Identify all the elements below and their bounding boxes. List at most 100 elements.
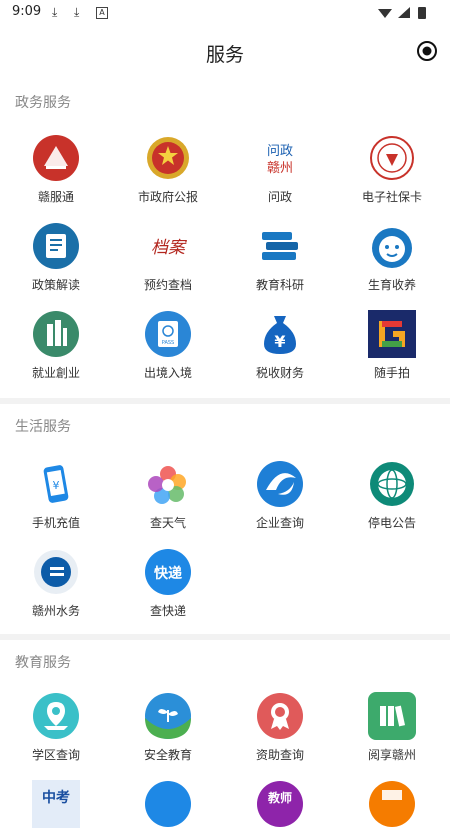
app-header: 服务 bbox=[0, 26, 450, 78]
service-express[interactable]: 快递 查快递 bbox=[112, 548, 224, 619]
section-edu: 教育服务 学区查询 安全教育 资助查询 阅享赣州 中考 教师 bbox=[0, 640, 450, 828]
state-grid-icon bbox=[370, 462, 414, 506]
service-label: 随手拍 bbox=[373, 366, 410, 380]
signal-icon bbox=[398, 7, 410, 18]
service-label: 问政 bbox=[267, 190, 292, 204]
service-wenzheng[interactable]: 问政 赣州 问政 bbox=[224, 134, 336, 205]
section-title: 政务服务 bbox=[15, 95, 71, 111]
baby-icon bbox=[372, 228, 412, 268]
service-school-district[interactable]: 学区查询 bbox=[0, 692, 112, 763]
app-notification-icon: A bbox=[96, 7, 108, 19]
edu-app-icon bbox=[145, 781, 191, 827]
service-ganfutong[interactable]: 赣服通 bbox=[0, 134, 112, 205]
company-query-icon bbox=[257, 461, 303, 507]
service-birth[interactable]: 生育收养 bbox=[336, 222, 448, 293]
svg-text:快递: 快递 bbox=[154, 565, 182, 582]
service-label: 赣州水务 bbox=[31, 604, 80, 618]
employment-icon bbox=[33, 311, 79, 357]
system-status-icons bbox=[378, 7, 426, 19]
bookshelf-icon bbox=[368, 692, 416, 740]
service-teacher[interactable]: 教师 bbox=[224, 780, 336, 828]
service-phone-topup[interactable]: ¥ 手机充值 bbox=[0, 460, 112, 531]
section-life: 生活服务 ¥ 手机充值 查天气 企业查询 停电公告 赣州水务 快递 查快递 bbox=[0, 404, 450, 634]
service-company-query[interactable]: 企业查询 bbox=[224, 460, 336, 531]
snapshot-icon bbox=[368, 310, 416, 358]
service-label: 出境入境 bbox=[143, 366, 192, 380]
service-label: 查天气 bbox=[149, 516, 186, 530]
service-label: 停电公告 bbox=[367, 516, 416, 530]
archives-icon: 档案 bbox=[151, 238, 187, 258]
section-title: 生活服务 bbox=[15, 419, 71, 435]
medal-icon bbox=[257, 693, 303, 739]
status-time: 9:09 bbox=[12, 4, 42, 19]
service-reading[interactable]: 阅享赣州 bbox=[336, 692, 448, 763]
phone-topup-icon: ¥ bbox=[43, 465, 69, 503]
policy-icon bbox=[33, 223, 79, 269]
download-icon: ⤓ bbox=[74, 5, 80, 19]
national-emblem-icon bbox=[147, 137, 189, 179]
service-gazette[interactable]: 市政府公报 bbox=[112, 134, 224, 205]
service-border[interactable]: PASS 出境入境 bbox=[112, 310, 224, 381]
service-zhongkao[interactable]: 中考 bbox=[0, 780, 112, 828]
service-power-outage[interactable]: 停电公告 bbox=[336, 460, 448, 531]
service-label: 市政府公报 bbox=[137, 190, 198, 204]
wifi-icon bbox=[378, 9, 392, 18]
svg-text:¥: ¥ bbox=[53, 479, 60, 492]
express-icon: 快递 bbox=[145, 549, 191, 595]
service-edu-4[interactable] bbox=[336, 780, 448, 828]
service-label: 查快递 bbox=[149, 604, 186, 618]
svg-text:PASS: PASS bbox=[162, 340, 174, 346]
social-security-icon bbox=[370, 136, 414, 180]
location-icon bbox=[33, 693, 79, 739]
service-weather[interactable]: 查天气 bbox=[112, 460, 224, 531]
svg-text:赣州: 赣州 bbox=[267, 161, 293, 176]
service-education[interactable]: 教育科研 bbox=[224, 222, 336, 293]
service-policy[interactable]: 政策解读 bbox=[0, 222, 112, 293]
teacher-icon: 教师 bbox=[257, 781, 303, 827]
service-tax[interactable]: ¥ 税收财务 bbox=[224, 310, 336, 381]
battery-icon bbox=[418, 7, 426, 19]
service-label: 学区查询 bbox=[31, 748, 80, 762]
books-icon bbox=[262, 232, 298, 260]
service-label: 生育收养 bbox=[367, 278, 416, 292]
service-employment[interactable]: 就业創业 bbox=[0, 310, 112, 381]
weather-icon bbox=[148, 466, 186, 504]
service-label: 赣服通 bbox=[37, 190, 74, 204]
svg-text:¥: ¥ bbox=[274, 332, 285, 351]
service-label: 手机充值 bbox=[31, 516, 80, 530]
service-label: 阅享赣州 bbox=[367, 748, 416, 762]
money-bag-icon: ¥ bbox=[264, 316, 296, 354]
service-aid-query[interactable]: 资助查询 bbox=[224, 692, 336, 763]
sprout-icon bbox=[145, 693, 191, 739]
service-label: 税收财务 bbox=[255, 366, 304, 380]
passport-icon: PASS bbox=[145, 311, 191, 357]
service-edu-2[interactable] bbox=[112, 780, 224, 828]
svg-text:教师: 教师 bbox=[267, 790, 292, 805]
download-icon: ⤓ bbox=[52, 5, 58, 19]
svg-text:档案: 档案 bbox=[151, 238, 187, 258]
status-bar: 9:09 ⤓ ⤓ A bbox=[0, 0, 450, 26]
service-label: 教育科研 bbox=[255, 278, 304, 292]
service-water[interactable]: 赣州水务 bbox=[0, 548, 112, 619]
service-label: 就业創业 bbox=[31, 366, 80, 380]
section-gov: 政务服务 赣服通 市政府公报 问政 赣州 问政 电子社保卡 政策解读 档案 预约… bbox=[0, 80, 450, 398]
reading-app-icon bbox=[369, 781, 415, 827]
service-snapshot[interactable]: 随手拍 bbox=[336, 310, 448, 381]
svg-text:问政: 问政 bbox=[267, 144, 293, 159]
water-icon bbox=[34, 550, 78, 594]
service-label: 资助查询 bbox=[255, 748, 304, 762]
service-label: 安全教育 bbox=[143, 748, 192, 762]
service-social-card[interactable]: 电子社保卡 bbox=[336, 134, 448, 205]
section-title: 教育服务 bbox=[15, 655, 71, 671]
page-title: 服务 bbox=[205, 44, 244, 66]
service-label: 企业查询 bbox=[255, 516, 304, 530]
record-icon[interactable] bbox=[416, 40, 438, 62]
service-label: 预约查档 bbox=[143, 278, 192, 292]
service-archives[interactable]: 档案 预约查档 bbox=[112, 222, 224, 293]
service-label: 政策解读 bbox=[31, 278, 80, 292]
svg-text:中考: 中考 bbox=[42, 789, 70, 806]
service-safety-edu[interactable]: 安全教育 bbox=[112, 692, 224, 763]
zhongkao-icon: 中考 bbox=[32, 780, 80, 828]
service-label: 电子社保卡 bbox=[361, 190, 422, 204]
ganfutong-icon bbox=[33, 135, 79, 181]
